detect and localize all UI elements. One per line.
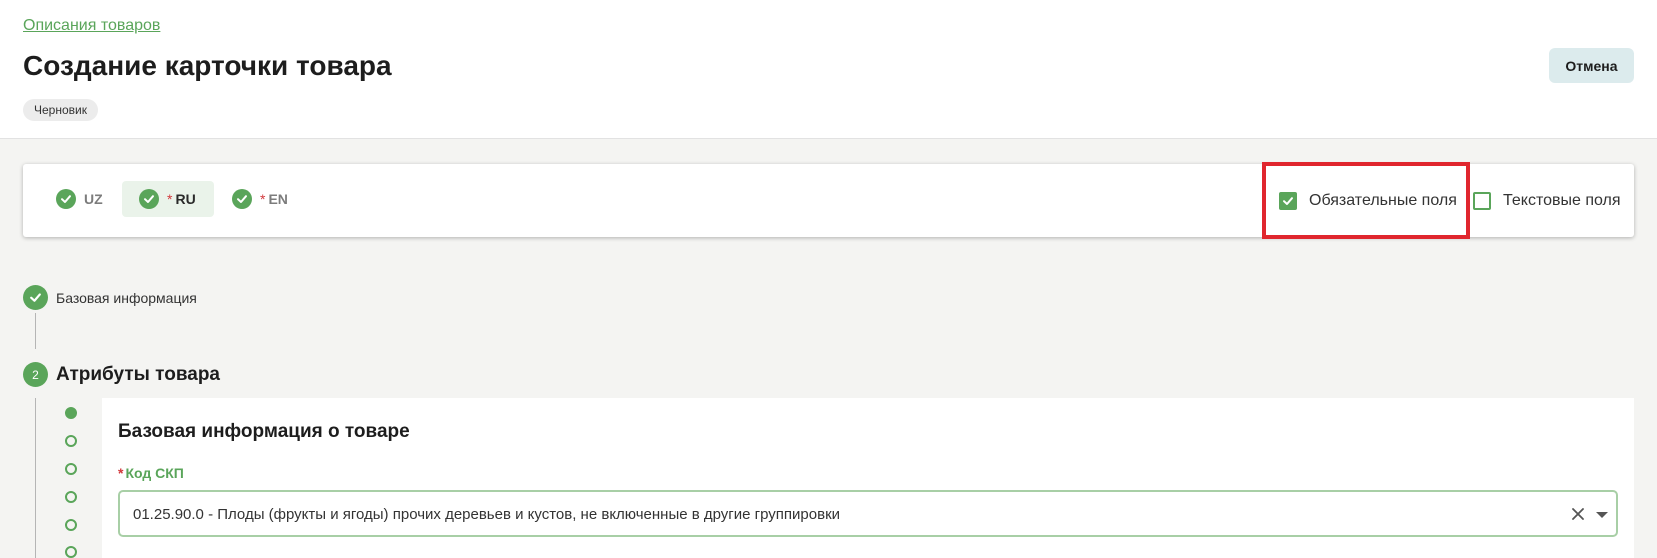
page-title: Создание карточки товара <box>23 50 392 81</box>
step-number-badge: 2 <box>23 362 48 387</box>
clear-icon[interactable] <box>1570 506 1586 522</box>
section-nav-dot-active[interactable] <box>65 407 77 419</box>
section-nav-dot[interactable] <box>65 463 77 475</box>
step-basic-info-label[interactable]: Базовая информация <box>56 290 197 306</box>
section-nav-dot[interactable] <box>65 435 77 447</box>
section-nav-dot[interactable] <box>65 519 77 531</box>
step-connector <box>35 398 36 558</box>
check-circle-icon <box>139 189 159 209</box>
page-header: Описания товаров Создание карточки товар… <box>0 0 1657 139</box>
chevron-down-icon[interactable] <box>1596 512 1608 518</box>
section-nav-dot[interactable] <box>65 546 77 558</box>
check-circle-icon <box>56 189 76 209</box>
lang-code: RU <box>175 191 196 207</box>
lang-code: EN <box>268 191 288 207</box>
required-marker: * <box>167 191 173 207</box>
breadcrumb-link[interactable]: Описания товаров <box>23 17 160 35</box>
lang-code: UZ <box>84 191 103 207</box>
tab-lang-uz[interactable]: UZ <box>56 181 118 217</box>
field-label-skp: * Код СКП <box>118 465 184 481</box>
step-connector <box>35 313 36 349</box>
field-label-text: Код СКП <box>125 465 184 481</box>
tab-lang-ru[interactable]: * RU <box>122 181 214 217</box>
highlight-annotation <box>1262 162 1470 239</box>
section-title: Базовая информация о товаре <box>118 421 410 442</box>
required-marker: * <box>260 191 266 207</box>
select-value: 01.25.90.0 - Плоды (фрукты и ягоды) проч… <box>133 506 841 523</box>
tab-lang-en[interactable]: * EN <box>232 181 302 217</box>
step-attributes-title: Атрибуты товара <box>56 364 220 385</box>
status-badge: Черновик <box>23 99 98 121</box>
skp-code-select[interactable]: 01.25.90.0 - Плоды (фрукты и ягоды) проч… <box>118 490 1618 537</box>
cancel-button[interactable]: Отмена <box>1549 48 1634 83</box>
text-fields-label: Текстовые поля <box>1503 192 1621 209</box>
checkbox-empty-icon <box>1473 192 1491 210</box>
product-info-section: Базовая информация о товаре * Код СКП 01.… <box>102 398 1634 558</box>
required-marker: * <box>118 465 124 481</box>
step-complete-icon <box>23 285 48 310</box>
text-fields-checkbox[interactable]: Текстовые поля <box>1473 190 1621 212</box>
check-circle-icon <box>232 189 252 209</box>
section-nav-dot[interactable] <box>65 491 77 503</box>
